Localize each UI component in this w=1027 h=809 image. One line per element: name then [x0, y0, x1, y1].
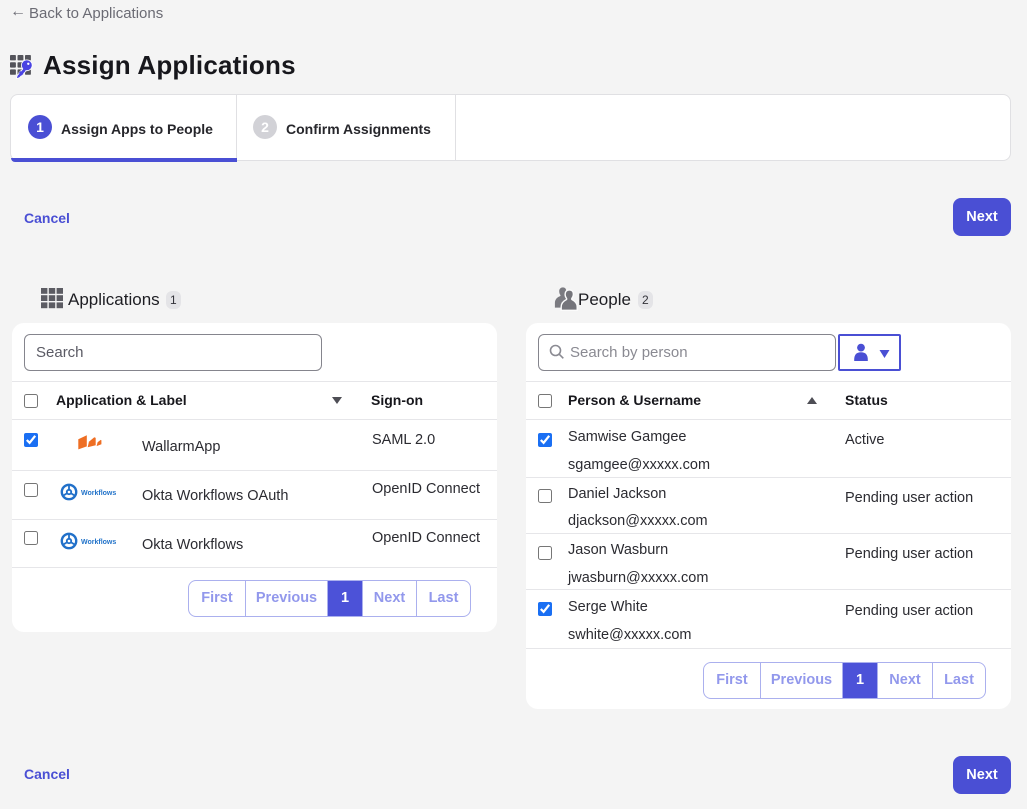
svg-text:Workflows: Workflows — [81, 490, 116, 497]
svg-text:Workflows: Workflows — [81, 539, 116, 546]
